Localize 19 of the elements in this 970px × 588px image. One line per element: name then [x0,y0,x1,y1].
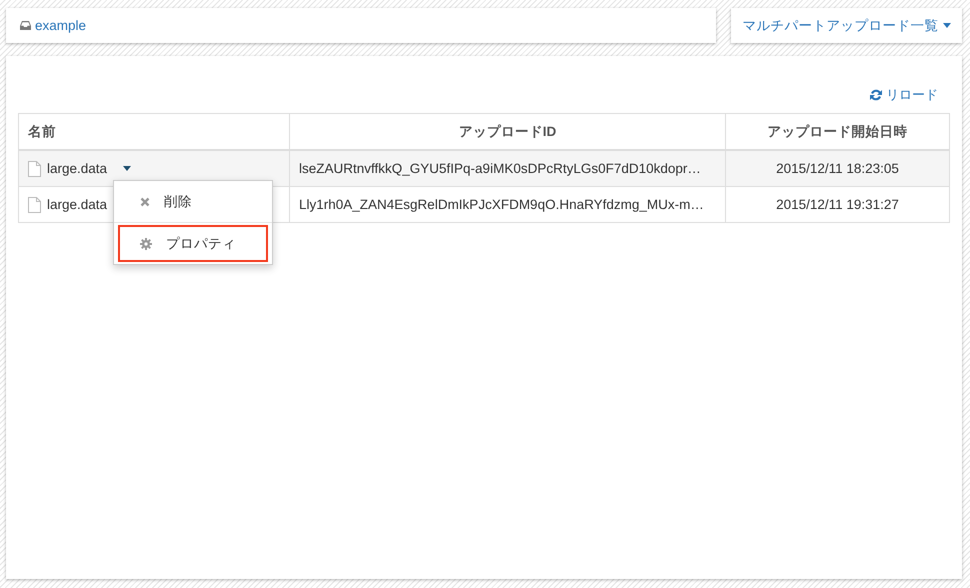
reload-button[interactable]: リロード [870,76,938,113]
file-icon [28,160,41,176]
menu-item[interactable]: 削除 [118,183,268,220]
inbox-icon [20,21,31,30]
caret-icon[interactable] [123,166,132,171]
file-icon [28,196,41,212]
file-name: large.data [47,197,108,212]
breadcrumb-link[interactable]: example [20,18,86,33]
upload-list-button[interactable]: マルチパートアップロード一覧 [731,8,962,43]
file-name: large.data [47,161,108,176]
date-cell: 2015/12/11 18:23:05 [726,150,950,186]
close-icon [140,196,150,206]
menu-item[interactable]: プロパティ [118,225,268,262]
upload-id-cell: Lly1rh0A_ZAN4EsgRelDmIkPJcXFDM9qO.HnaRYfdzmg_MUx-m… [290,186,726,222]
upload-id-cell: lseZAURtnvffkkQ_GYU5fIPq-a9iMK0sDPcRtyLGs0F7dD10kdopr… [290,150,726,186]
settings-icon [140,238,152,250]
caret-icon [942,23,950,28]
date-cell: 2015/12/11 19:31:27 [726,186,950,222]
refresh-icon [870,88,882,100]
